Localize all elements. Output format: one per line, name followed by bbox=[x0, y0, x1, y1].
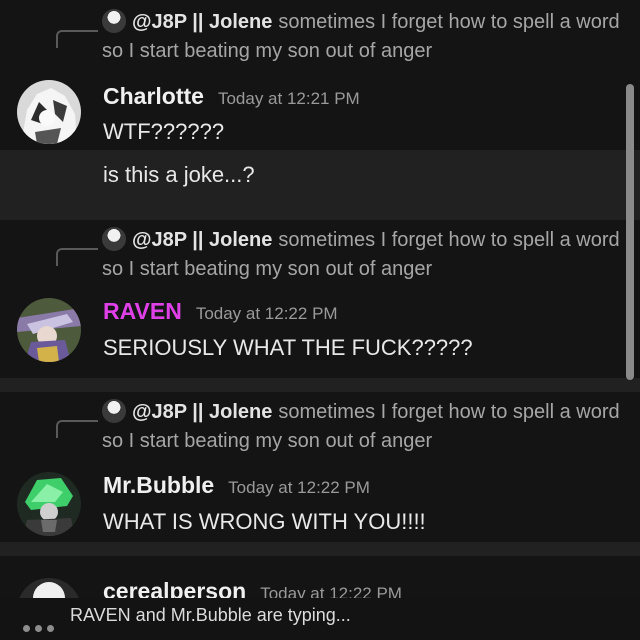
timestamp: Today at 12:21 PM bbox=[217, 89, 360, 108]
message-text: SERIOUSLY WHAT THE FUCK????? bbox=[103, 335, 473, 360]
avatar[interactable] bbox=[17, 578, 81, 598]
reply-author[interactable]: @J8P || Jolene bbox=[132, 229, 272, 251]
reply-spine bbox=[56, 248, 98, 266]
reply-author[interactable]: @J8P || Jolene bbox=[132, 401, 272, 423]
reply-avatar bbox=[102, 399, 126, 423]
message-text: is this a joke...? bbox=[103, 162, 255, 187]
typing-indicator: RAVEN and Mr.Bubble are typing... bbox=[0, 598, 640, 640]
scrollbar-thumb[interactable] bbox=[626, 84, 634, 380]
author-name[interactable]: Mr.Bubble bbox=[103, 472, 214, 498]
avatar-image bbox=[17, 578, 81, 598]
timestamp: Today at 12:22 PM bbox=[260, 584, 402, 598]
message-mr-bubble: @J8P || Jolene sometimes I forget how to … bbox=[0, 398, 640, 538]
avatar-image bbox=[17, 298, 81, 362]
message-charlotte: @J8P || Jolene sometimes I forget how to … bbox=[0, 8, 640, 208]
typing-dots-icon bbox=[23, 616, 59, 637]
reply-preview[interactable]: @J8P || Jolene sometimes I forget how to … bbox=[102, 398, 628, 456]
reply-avatar bbox=[102, 9, 126, 33]
author-name[interactable]: cerealperson bbox=[103, 578, 246, 598]
reply-avatar bbox=[102, 227, 126, 251]
message-text: WTF?????? bbox=[103, 119, 225, 144]
message-cerealperson: cerealperson Today at 12:22 PM bbox=[0, 574, 640, 598]
timestamp: Today at 12:22 PM bbox=[195, 304, 338, 323]
reply-spine bbox=[56, 30, 98, 48]
reply-preview[interactable]: @J8P || Jolene sometimes I forget how to … bbox=[102, 8, 628, 66]
reply-preview[interactable]: @J8P || Jolene sometimes I forget how to … bbox=[102, 226, 628, 284]
reply-spine bbox=[56, 420, 98, 438]
avatar[interactable] bbox=[17, 298, 81, 362]
reply-author[interactable]: @J8P || Jolene bbox=[132, 11, 272, 33]
avatar[interactable] bbox=[17, 80, 81, 144]
typing-text: RAVEN and Mr.Bubble are typing... bbox=[70, 605, 351, 625]
timestamp: Today at 12:22 PM bbox=[228, 478, 370, 497]
avatar-image bbox=[17, 472, 81, 536]
avatar-image bbox=[17, 80, 81, 144]
author-name[interactable]: RAVEN bbox=[103, 298, 182, 324]
author-name[interactable]: Charlotte bbox=[103, 83, 204, 109]
message-text: WHAT IS WRONG WITH YOU!!!! bbox=[103, 509, 426, 534]
avatar[interactable] bbox=[17, 472, 81, 536]
message-raven: @J8P || Jolene sometimes I forget how to … bbox=[0, 226, 640, 376]
